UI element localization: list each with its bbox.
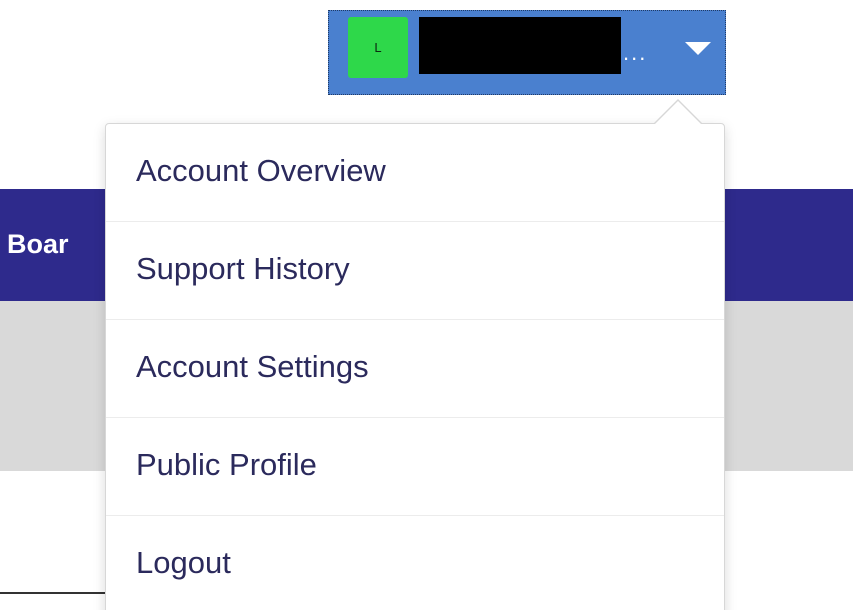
- menu-item-account-settings[interactable]: Account Settings: [106, 320, 724, 418]
- menu-item-label: Account Overview: [136, 153, 386, 188]
- menu-item-logout[interactable]: Logout: [106, 516, 724, 610]
- dropdown-pointer: [655, 101, 701, 124]
- menu-item-label: Public Profile: [136, 447, 317, 482]
- menu-item-public-profile[interactable]: Public Profile: [106, 418, 724, 516]
- menu-item-label: Logout: [136, 545, 231, 580]
- user-dropdown-menu: Account Overview Support History Account…: [105, 123, 725, 610]
- user-avatar: L: [348, 17, 408, 78]
- caret-down-icon: [685, 42, 711, 55]
- content-divider: [0, 592, 110, 594]
- username-truncation: ...: [623, 40, 648, 65]
- user-menu-toggle[interactable]: L ...: [328, 10, 726, 95]
- dropdown-menu-list: Account Overview Support History Account…: [106, 124, 724, 610]
- menu-item-account-overview[interactable]: Account Overview: [106, 124, 724, 222]
- menu-item-label: Support History: [136, 251, 350, 286]
- menu-item-label: Account Settings: [136, 349, 369, 384]
- page: Boar L ... Account Overview Support Hist…: [0, 0, 853, 610]
- redacted-username: [419, 17, 621, 74]
- nav-item-boards[interactable]: Boar: [7, 228, 69, 260]
- menu-item-support-history[interactable]: Support History: [106, 222, 724, 320]
